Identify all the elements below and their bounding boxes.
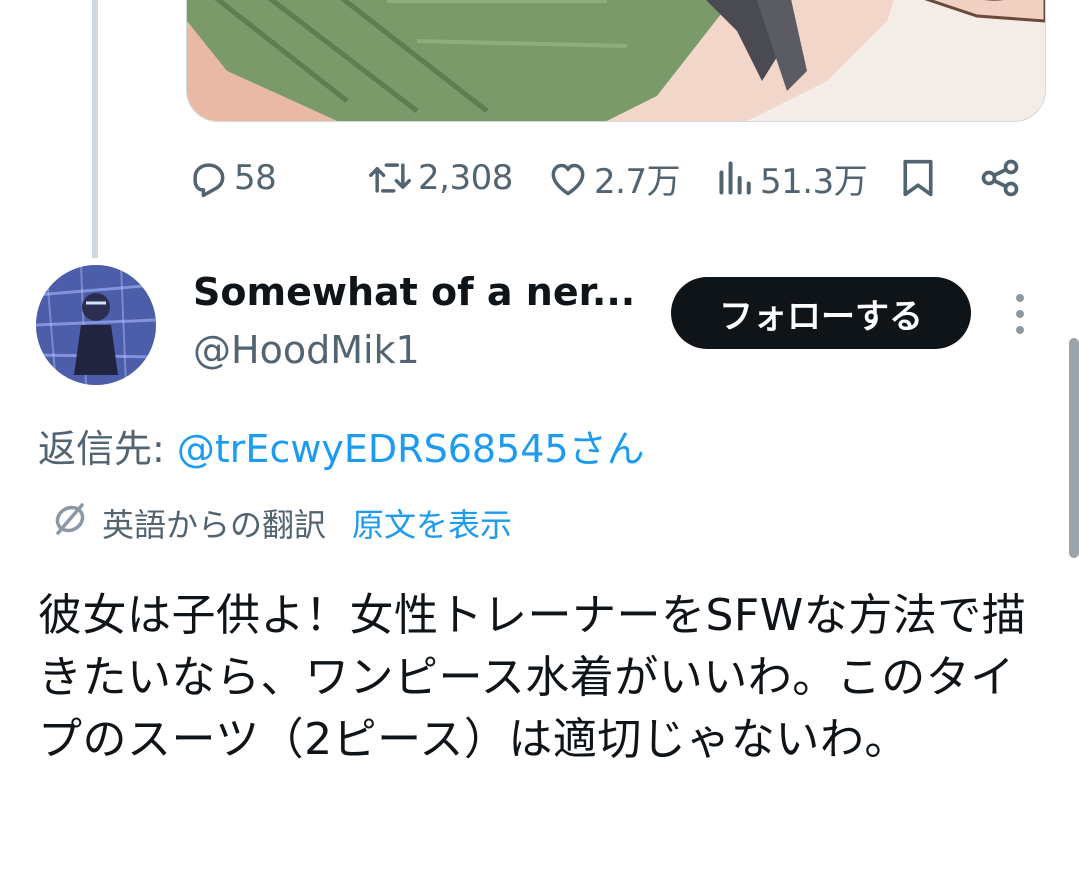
avatar-image [36,265,156,385]
reply-author-handle[interactable]: @HoodMik1 [193,328,420,372]
tweet-action-bar: 58 2,308 2.7万 51.3万 [186,150,1036,206]
translation-notice: 英語からの翻訳 原文を表示 [50,498,512,548]
thread-connector-line [92,0,98,258]
views-count: 51.3万 [760,161,868,202]
reply-count: 58 [234,158,277,198]
reply-text: 彼女は子供よ！女性トレーナーをSFWな方法で描きたいなら、ワンピース水着がいいわ… [38,590,1027,765]
translation-label: 英語からの翻訳 [102,506,327,544]
repost-icon [366,156,414,200]
like-icon [546,156,590,200]
media-illustration [187,0,1045,121]
views-icon [716,156,756,200]
reply-author-name[interactable]: Somewhat of a ner... [193,270,635,314]
avatar[interactable] [36,265,156,385]
bookmark-button[interactable] [898,150,938,206]
bookmark-icon [898,156,938,200]
more-options-button[interactable] [1000,290,1040,338]
tweet-media-image[interactable] [186,0,1046,122]
reply-button[interactable]: 58 [186,150,277,206]
like-button[interactable]: 2.7万 [546,150,681,206]
more-icon [1000,294,1040,342]
share-button[interactable] [978,150,1022,206]
share-icon [978,156,1022,200]
replying-to: 返信先: @trEcwyEDRS68545さん [38,418,645,473]
translate-icon [50,499,90,547]
repost-count: 2,308 [418,158,513,198]
like-count: 2.7万 [594,161,681,202]
views-button[interactable]: 51.3万 [716,150,868,206]
follow-button[interactable]: フォローする [671,277,971,349]
reply-to-prefix: 返信先: [38,427,165,471]
reply-to-mention[interactable]: @trEcwyEDRS68545さん [177,427,645,471]
show-original-link[interactable]: 原文を表示 [352,500,512,546]
scrollbar[interactable] [1069,338,1079,558]
reply-icon [186,156,230,200]
repost-button[interactable]: 2,308 [366,150,513,206]
